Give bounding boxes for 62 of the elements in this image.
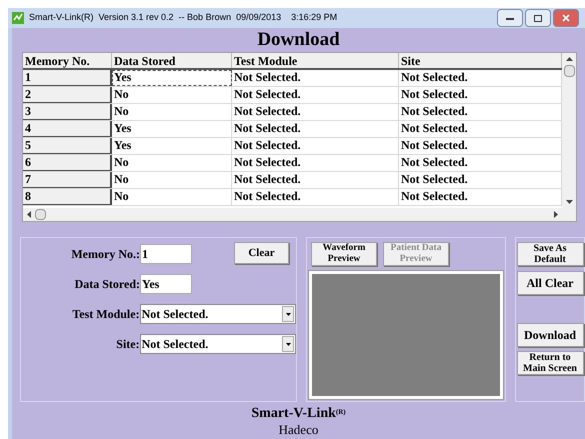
window-title: Smart-V-Link(R) Version 3.1 rev 0.2 -- Bob Brown 09/09/2013 3:16:29 PM (29, 11, 338, 24)
company-name: Hadeco (278, 422, 318, 437)
column-header[interactable]: Data Stored (112, 53, 232, 68)
scroll-thumb[interactable] (564, 65, 574, 77)
row-header: 7 (23, 172, 112, 188)
table-cell: Not Selected. (232, 155, 399, 171)
table-cell[interactable]: Yes (112, 70, 232, 86)
field-label: Memory No.: (70, 246, 140, 263)
table-cell: Not Selected. (232, 70, 399, 86)
action-button[interactable]: Save As Default (516, 242, 584, 266)
app-icon (12, 12, 24, 24)
table-cell[interactable]: No (112, 155, 232, 171)
table-cell[interactable]: No (112, 104, 232, 120)
row-header: 4 (23, 121, 112, 137)
minimize-icon (506, 16, 514, 20)
row-header: 3 (23, 104, 112, 120)
table-cell[interactable]: No (112, 189, 232, 205)
table-cell: Not Selected. (232, 104, 399, 120)
row-header: 5 (23, 138, 112, 154)
down-arrow-icon (566, 200, 572, 204)
dropdown-arrow-icon (286, 342, 290, 346)
action-button[interactable]: Waveform Preview (311, 242, 377, 266)
minimize-button[interactable] (497, 9, 523, 27)
up-arrow-icon (566, 57, 572, 61)
field-label: Test Module: (71, 306, 140, 323)
table-cell[interactable]: Yes (112, 121, 232, 137)
column-header[interactable]: Test Module (232, 53, 399, 68)
table-cell[interactable]: Yes (112, 138, 232, 154)
action-button[interactable]: Download (516, 323, 584, 347)
field-label: Site: (115, 336, 140, 353)
row-header: 1 (23, 70, 112, 86)
table-cell: Not Selected. (232, 189, 399, 205)
dropdown-field[interactable]: Not Selected. (140, 304, 296, 324)
maximize-button[interactable] (525, 9, 551, 27)
input-field[interactable]: Yes (140, 274, 192, 294)
close-button[interactable] (553, 9, 579, 27)
dropdown-field[interactable]: Not Selected. (140, 334, 296, 354)
table-cell[interactable]: No (112, 172, 232, 188)
row-header: 6 (23, 155, 112, 171)
maximize-icon (534, 14, 542, 22)
table-cell: Not Selected. (232, 172, 399, 188)
page-heading: Download (256, 28, 341, 52)
input-field[interactable]: 1 (140, 244, 192, 264)
clear-button[interactable]: Clear (234, 242, 289, 264)
table-cell: Not Selected. (232, 138, 399, 154)
right-arrow-icon (554, 211, 558, 218)
dropdown-arrow-icon (286, 312, 290, 316)
close-icon (562, 14, 570, 22)
left-arrow-icon (27, 211, 31, 218)
action-button[interactable]: All Clear (516, 271, 584, 295)
horizontal-scrollbar[interactable] (23, 208, 576, 221)
table-cell[interactable]: No (112, 87, 232, 103)
column-header[interactable]: Memory No. (23, 53, 112, 68)
table-cell: Not Selected. (232, 121, 399, 137)
field-label: Data Stored: (74, 276, 140, 293)
row-header: 8 (23, 189, 112, 205)
table-cell: Not Selected. (232, 87, 399, 103)
action-button[interactable]: Return to Main Screen (516, 351, 584, 375)
product-name: Smart-V-Link$^{(R)}$ (251, 406, 346, 422)
row-header: 2 (23, 87, 112, 103)
vertical-scrollbar[interactable] (562, 53, 576, 208)
scroll-thumb[interactable] (35, 209, 46, 220)
